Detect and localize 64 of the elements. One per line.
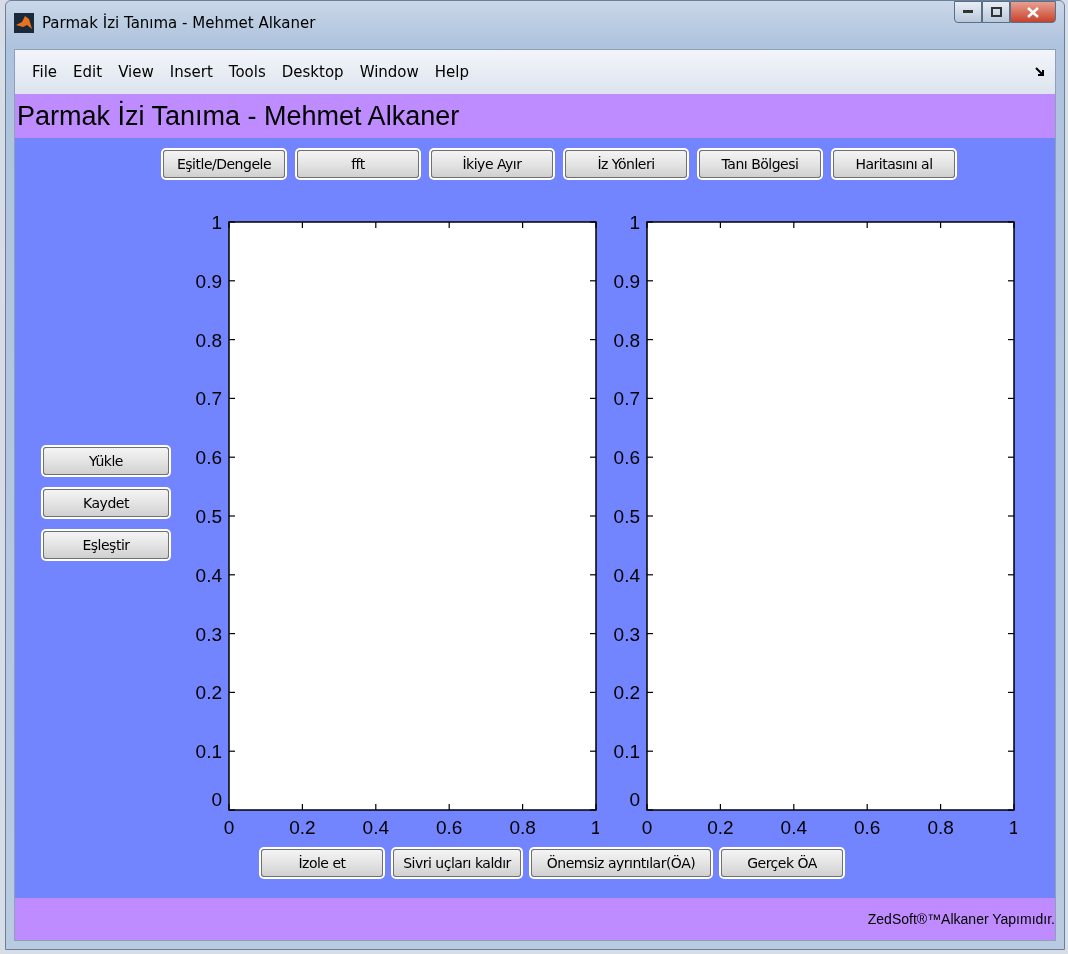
app-logo-icon: [14, 13, 34, 33]
minimize-icon: [963, 10, 973, 14]
y-tick-label: 0.5: [195, 506, 222, 527]
y-tick-label: 0: [211, 789, 222, 810]
y-tick-label: 1: [211, 212, 222, 233]
y-tick-label: 0: [629, 789, 640, 810]
button[interactable]: Yükle: [43, 447, 169, 475]
y-tick-label: 0.3: [613, 623, 640, 645]
button[interactable]: İzole et: [261, 849, 383, 877]
button[interactable]: Gerçek ÖA: [721, 849, 843, 877]
button[interactable]: İz Yönleri: [565, 150, 687, 178]
header-title: Parmak İzi Tanıma - Mehmet Alkaner: [15, 94, 1055, 138]
dock-arrow-icon[interactable]: [1035, 67, 1045, 77]
x-tick-label: 0: [641, 817, 653, 838]
close-icon: [1027, 6, 1039, 18]
menu-item[interactable]: Desktop: [274, 63, 353, 81]
y-tick-label: 0.7: [613, 388, 640, 410]
menu-item[interactable]: Insert: [162, 63, 222, 81]
button[interactable]: Tanı Bölgesi: [699, 150, 821, 178]
menu-item[interactable]: Help: [427, 63, 478, 81]
button[interactable]: Sivri uçları kaldır: [393, 849, 521, 877]
y-tick-label: 0.3: [195, 623, 222, 645]
x-tick-label: 0.4: [780, 817, 807, 838]
footer-text: ZedSoft®™Alkaner Yapımıdır.: [867, 911, 1055, 927]
minimize-button[interactable]: [954, 1, 982, 23]
button[interactable]: Haritasını al: [833, 150, 955, 178]
close-button[interactable]: [1010, 1, 1056, 23]
button[interactable]: Eşitle/Dengele: [163, 150, 285, 178]
y-tick-label: 0.2: [195, 682, 222, 704]
y-tick-label: 0.6: [195, 447, 222, 469]
y-tick-label: 0.4: [613, 564, 640, 586]
button[interactable]: İkiye Ayır: [431, 150, 553, 178]
y-tick-label: 0.1: [195, 741, 222, 763]
y-tick-label: 0.7: [195, 388, 222, 410]
y-tick-label: 0.5: [613, 506, 640, 527]
button[interactable]: Eşleştir: [43, 531, 169, 559]
y-tick-label: 0.9: [613, 270, 640, 292]
y-tick-label: 1: [629, 212, 640, 233]
y-tick-label: 0.8: [613, 329, 640, 351]
x-tick-label: 0: [223, 817, 235, 838]
maximize-icon: [990, 7, 1002, 17]
x-tick-label: 0.6: [854, 817, 881, 838]
x-tick-label: 0.4: [362, 817, 389, 838]
window-title: Parmak İzi Tanıma - Mehmet Alkaner: [42, 14, 316, 32]
x-tick-label: 0.2: [707, 817, 734, 838]
menu-item[interactable]: Tools: [221, 63, 275, 81]
menu-item[interactable]: Window: [352, 63, 428, 81]
menu-item[interactable]: View: [111, 63, 163, 81]
y-tick-label: 0.9: [195, 270, 222, 292]
x-tick-label: 0.2: [289, 817, 316, 838]
x-tick-label: 0.6: [436, 817, 463, 838]
x-tick-label: 0.8: [509, 817, 536, 838]
button[interactable]: fft: [297, 150, 419, 178]
y-tick-label: 0.2: [613, 682, 640, 704]
menu-item[interactable]: File: [25, 63, 67, 81]
button[interactable]: Kaydet: [43, 489, 169, 517]
maximize-button[interactable]: [982, 1, 1010, 23]
x-tick-label: 0.8: [927, 817, 954, 838]
y-tick-label: 0.1: [613, 741, 640, 763]
button[interactable]: Önemsiz ayrıntılar(ÖA): [531, 849, 711, 877]
y-tick-label: 0.6: [613, 447, 640, 469]
y-tick-label: 0.4: [195, 564, 222, 586]
menu-item[interactable]: Edit: [66, 63, 112, 81]
y-tick-label: 0.8: [195, 329, 222, 351]
